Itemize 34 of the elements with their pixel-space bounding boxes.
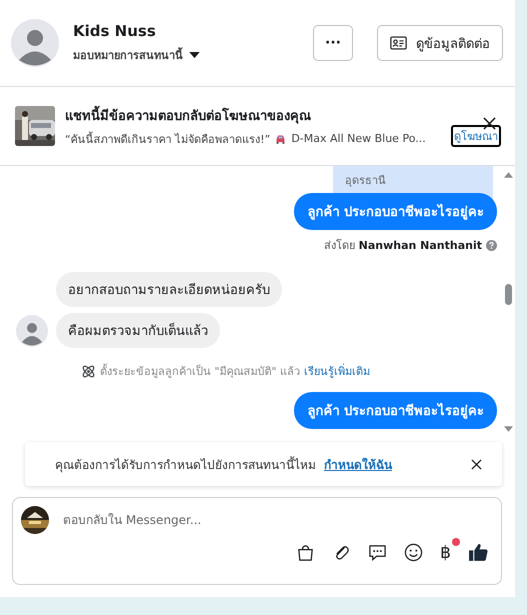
assign-dropdown[interactable]: มอบหมายการสนทนานี้ — [73, 46, 305, 64]
contact-info-button[interactable]: ดูข้อมูลติดต่อ — [377, 25, 503, 61]
ad-reply-title: แชทนี้มีข้อความตอบกลับต่อโฆษณาของคุณ — [65, 104, 441, 126]
outgoing-message: ลูกค้า ประกอบอาชีพอะไรอยู่คะ — [294, 392, 497, 429]
more-button[interactable]: ··· — [313, 25, 353, 61]
contact-name: Kids Nuss — [73, 22, 157, 40]
id-card-icon — [390, 36, 407, 50]
reply-input[interactable]: ตอบกลับใน Messenger... — [61, 512, 489, 528]
close-icon[interactable] — [471, 458, 482, 470]
chat-bubble-icon[interactable] — [368, 543, 388, 562]
incoming-message: อยากสอบถามรายละเอียดหน่อยครับ — [56, 272, 282, 307]
assign-question: คุณต้องการได้รับการกำหนดไปยังการสนทนานี้ไหม — [55, 455, 316, 474]
sent-by-text: ส่งโดย Nanwhan Nanthanit — [324, 238, 482, 254]
ad-quote: “คันนี้สภาพดีเกินราคา ไม่จัดคือพลาดแรง!” — [65, 130, 270, 148]
thumbs-up-icon[interactable] — [468, 542, 489, 563]
scrollbar-thumb[interactable] — [504, 284, 512, 305]
view-ad-link[interactable]: ดูโฆษณา — [451, 125, 501, 147]
ad-name: D-Max All New Blue Po... — [291, 132, 426, 145]
status-note: ตั้งระยะข้อมูลลูกค้าเป็น "มีคุณสมบัติ" แล้ว — [100, 362, 300, 380]
scroll-up-icon[interactable] — [504, 172, 512, 178]
emoji-icon[interactable] — [404, 543, 424, 562]
avatar-icon — [11, 19, 59, 67]
shopping-bag-icon[interactable] — [296, 543, 316, 562]
help-icon[interactable] — [486, 240, 497, 250]
assign-to-me-link[interactable]: กำหนดให้ฉัน — [324, 454, 463, 474]
learn-more-link[interactable]: เรียนรู้เพิ่มเติม — [304, 362, 370, 380]
car-icon — [275, 134, 286, 144]
close-icon[interactable] — [483, 117, 496, 130]
caret-icon — [189, 52, 200, 58]
atom-icon — [81, 364, 96, 378]
payment-button[interactable]: ฿ — [440, 542, 451, 562]
incoming-message: คือผมตรวจมากับเต็นแล้ว — [56, 313, 220, 348]
outgoing-message: ลูกค้า ประกอบอาชีพอะไรอยู่คะ — [294, 193, 497, 230]
scroll-down-icon[interactable] — [504, 426, 512, 432]
